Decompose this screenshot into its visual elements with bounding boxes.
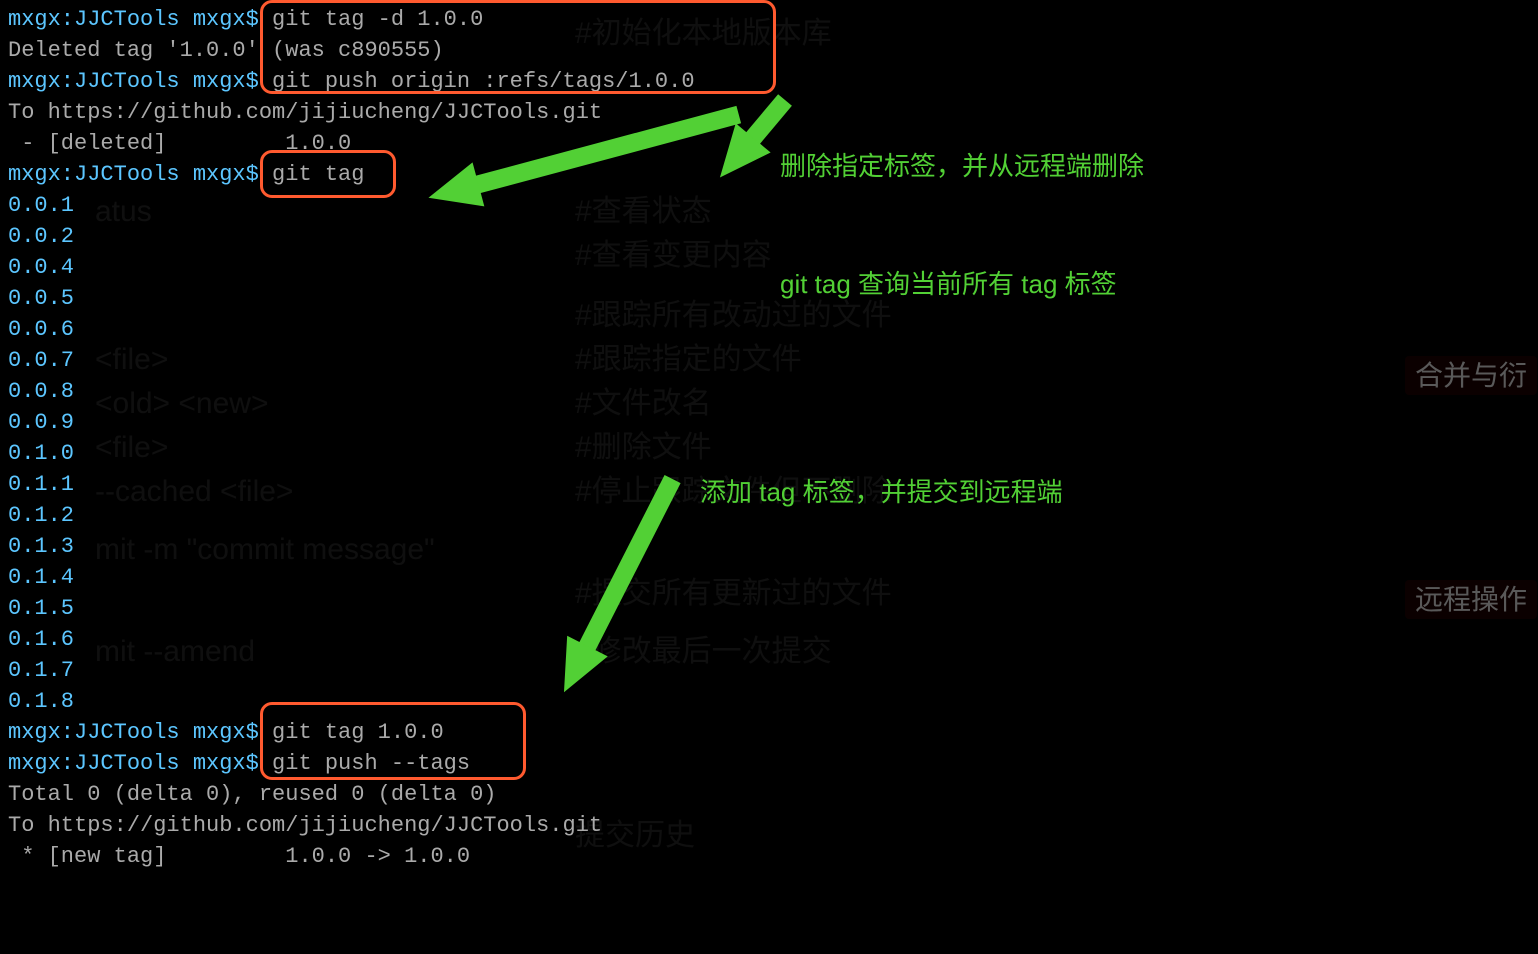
terminal-line: 0.0.8 [8,376,695,407]
terminal-line: To https://github.com/jijiucheng/JJCTool… [8,810,695,841]
annotation-list-tag: git tag 查询当前所有 tag 标签 [780,268,1117,302]
annotation-add-tag: 添加 tag 标签，并提交到远程端 [700,476,1063,510]
terminal-line: - [deleted] 1.0.0 [8,128,695,159]
terminal-line: 0.1.8 [8,686,695,717]
terminal-line: mxgx:JJCTools mxgx$ git tag -d 1.0.0 [8,4,695,35]
terminal-line: mxgx:JJCTools mxgx$ git push --tags [8,748,695,779]
terminal-line: 0.1.7 [8,655,695,686]
terminal-output[interactable]: mxgx:JJCTools mxgx$ git tag -d 1.0.0Dele… [8,4,695,872]
terminal-line: 0.1.1 [8,469,695,500]
terminal-line: 0.1.6 [8,624,695,655]
terminal-line: * [new tag] 1.0.0 -> 1.0.0 [8,841,695,872]
terminal-line: 0.0.4 [8,252,695,283]
terminal-line: 0.1.4 [8,562,695,593]
terminal-line: 0.1.3 [8,531,695,562]
terminal-line: mxgx:JJCTools mxgx$ git tag [8,159,695,190]
terminal-line: 0.0.1 [8,190,695,221]
ghost-badge-merge: 合并与衍 [1405,356,1537,395]
terminal-line: 0.0.7 [8,345,695,376]
terminal-line: 0.0.6 [8,314,695,345]
terminal-line: 0.0.2 [8,221,695,252]
terminal-line: Total 0 (delta 0), reused 0 (delta 0) [8,779,695,810]
terminal-line: To https://github.com/jijiucheng/JJCTool… [8,97,695,128]
terminal-line: 0.1.5 [8,593,695,624]
terminal-line: 0.1.0 [8,438,695,469]
terminal-line: 0.0.9 [8,407,695,438]
annotation-delete-tag: 删除指定标签，并从远程端删除 [780,150,1144,184]
ghost-badge-remote: 远程操作 [1405,580,1537,619]
terminal-line: mxgx:JJCTools mxgx$ git push origin :ref… [8,66,695,97]
terminal-line: mxgx:JJCTools mxgx$ git tag 1.0.0 [8,717,695,748]
terminal-line: 0.0.5 [8,283,695,314]
terminal-line: Deleted tag '1.0.0' (was c890555) [8,35,695,66]
terminal-line: 0.1.2 [8,500,695,531]
